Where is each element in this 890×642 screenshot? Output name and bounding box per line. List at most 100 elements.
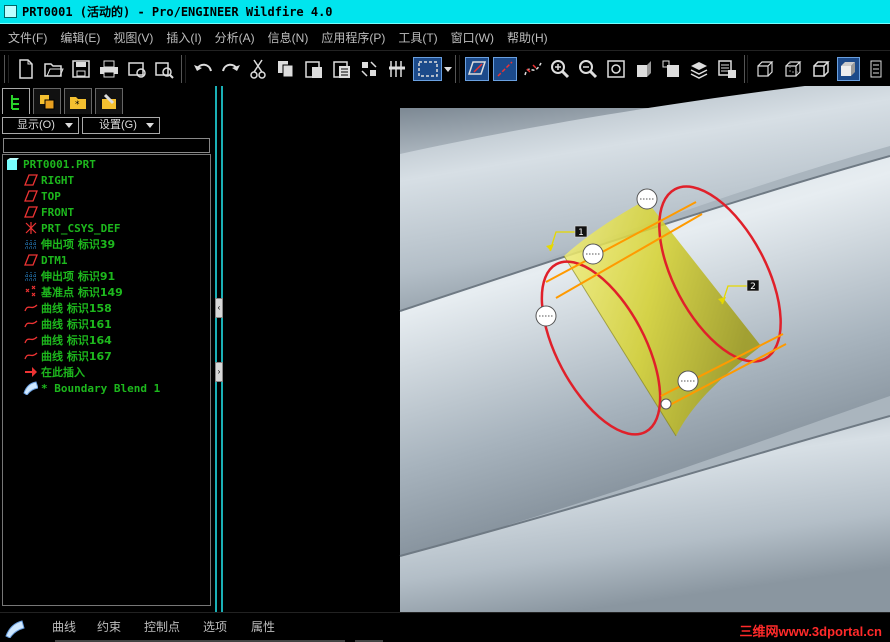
tree-item-label: 伸出项 标识91 <box>41 270 116 283</box>
splitter-line <box>215 86 217 612</box>
tree-item-part[interactable]: PRT0001.PRT <box>5 156 96 172</box>
curve-icon <box>23 301 38 315</box>
datum-axis-toggle-icon[interactable] <box>493 56 517 81</box>
layers-icon[interactable] <box>687 57 711 81</box>
tab-options[interactable]: 选项 <box>203 618 227 635</box>
regenerate-icon[interactable] <box>357 57 381 81</box>
collapse-left-handle[interactable]: ‹ <box>215 298 223 318</box>
send-mail-icon[interactable] <box>125 57 149 81</box>
view-manager-icon[interactable] <box>715 57 739 81</box>
watermark: 三维网www.3dportal.cn <box>739 624 882 639</box>
datum-point-icon <box>23 285 38 299</box>
selection-box-icon[interactable] <box>412 56 443 81</box>
boundary-blend-dashboard-icon <box>5 620 25 638</box>
menu-tools[interactable]: 工具(T) <box>398 29 437 46</box>
graphics-window[interactable]: 1 2 <box>226 86 890 612</box>
no-hidden-icon[interactable] <box>809 57 833 81</box>
panel-splitter[interactable]: ‹ › <box>214 86 226 612</box>
menu-file[interactable]: 文件(F) <box>8 29 47 46</box>
expand-right-handle[interactable]: › <box>215 362 223 382</box>
zoom-out-icon[interactable] <box>576 57 600 81</box>
tree-item-boundary-blend[interactable]: * Boundary Blend 1 <box>23 380 160 396</box>
tree-item-front[interactable]: FRONT <box>23 204 74 220</box>
datum-plane-icon <box>23 173 38 187</box>
tree-item-extrude-91[interactable]: 伸出项 标识91 <box>23 268 115 284</box>
menu-edit[interactable]: 编辑(E) <box>60 29 100 46</box>
save-icon[interactable] <box>69 57 93 81</box>
app-icon[interactable] <box>4 5 17 18</box>
send-mail-to-icon[interactable] <box>152 57 176 81</box>
copy-icon[interactable] <box>274 57 298 81</box>
tree-item-insert-here[interactable]: 在此插入 <box>23 364 85 380</box>
print-icon[interactable] <box>97 57 121 81</box>
model-render: 1 2 <box>226 86 890 612</box>
layers-tab[interactable] <box>33 88 61 114</box>
tree-item-curve-158[interactable]: 曲线 标识158 <box>23 300 112 316</box>
tree-item-label: RIGHT <box>41 173 75 187</box>
insert-here-icon <box>23 365 38 379</box>
menu-window[interactable]: 窗口(W) <box>451 29 494 46</box>
wireframe-icon[interactable] <box>753 57 777 81</box>
shading-icon[interactable] <box>836 56 861 81</box>
toolbar-separator <box>181 54 187 83</box>
new-file-icon[interactable] <box>14 57 38 81</box>
control-handle[interactable] <box>677 370 699 392</box>
tab-constraints[interactable]: 约束 <box>97 618 121 635</box>
saved-views-icon[interactable] <box>659 57 683 81</box>
tree-filter-input[interactable] <box>3 138 210 153</box>
tree-item-extrude-39[interactable]: 伸出项 标识39 <box>23 236 115 252</box>
datum-plane-toggle-icon[interactable] <box>465 56 490 81</box>
datum-curve-toggle-icon[interactable] <box>521 57 545 81</box>
show-dropdown[interactable]: 显示(O) <box>2 117 79 134</box>
tree-item-csys[interactable]: PRT_CSYS_DEF <box>23 220 120 236</box>
extrude-icon <box>23 237 38 251</box>
tab-control-points[interactable]: 控制点 <box>144 618 180 635</box>
tab-properties[interactable]: 属性 <box>251 618 275 635</box>
model-tree-tab[interactable] <box>2 88 30 114</box>
tab-curves[interactable]: 曲线 <box>52 618 76 635</box>
selection-dropdown-arrow[interactable] <box>444 57 453 81</box>
paste-special-icon[interactable] <box>330 57 354 81</box>
favorites-tab-icon: * <box>70 96 86 110</box>
hidden-line-icon[interactable] <box>781 57 805 81</box>
tree-item-dtm1[interactable]: DTM1 <box>23 252 68 268</box>
paste-icon[interactable] <box>302 57 326 81</box>
menu-info[interactable]: 信息(N) <box>268 29 309 46</box>
more-icon[interactable] <box>864 57 888 81</box>
tree-item-label: 在此插入 <box>41 366 85 379</box>
tree-item-label: TOP <box>41 189 61 203</box>
tree-item-label: FRONT <box>41 205 75 219</box>
reorient-icon[interactable] <box>632 57 656 81</box>
tree-item-datum-point[interactable]: 基准点 标识149 <box>23 284 123 300</box>
open-folder-icon[interactable] <box>42 57 66 81</box>
tree-item-curve-164[interactable]: 曲线 标识164 <box>23 332 112 348</box>
marker-2-label: 2 <box>750 282 756 292</box>
control-handle[interactable] <box>535 305 557 327</box>
favorites-tab[interactable]: * <box>64 88 92 114</box>
menu-applications[interactable]: 应用程序(P) <box>321 29 385 46</box>
undo-icon[interactable] <box>191 57 215 81</box>
refit-icon[interactable] <box>604 57 628 81</box>
cut-icon[interactable] <box>247 57 271 81</box>
menu-analysis[interactable]: 分析(A) <box>215 29 255 46</box>
toolbar-grip <box>4 54 9 83</box>
connections-tab[interactable] <box>95 88 123 114</box>
tree-item-curve-167[interactable]: 曲线 标识167 <box>23 348 112 364</box>
tree-item-curve-161[interactable]: 曲线 标识161 <box>23 316 112 332</box>
redo-icon[interactable] <box>219 57 243 81</box>
svg-text:*: * <box>75 100 80 110</box>
zoom-in-icon[interactable] <box>549 57 573 81</box>
control-handle[interactable] <box>582 243 604 265</box>
settings-dropdown[interactable]: 设置(G) <box>82 117 160 134</box>
panel-dropdowns: 显示(O) 设置(G) <box>2 117 212 135</box>
tree-item-right[interactable]: RIGHT <box>23 172 74 188</box>
coordinate-system-icon <box>23 221 38 235</box>
tree-item-top[interactable]: TOP <box>23 188 61 204</box>
menu-view[interactable]: 视图(V) <box>113 29 153 46</box>
vertex-point[interactable] <box>660 398 672 410</box>
menu-insert[interactable]: 插入(I) <box>166 29 201 46</box>
tree-item-label: 基准点 标识149 <box>41 286 123 299</box>
regen-manager-icon[interactable] <box>385 57 409 81</box>
control-handle[interactable] <box>636 188 658 210</box>
menu-help[interactable]: 帮助(H) <box>507 29 548 46</box>
